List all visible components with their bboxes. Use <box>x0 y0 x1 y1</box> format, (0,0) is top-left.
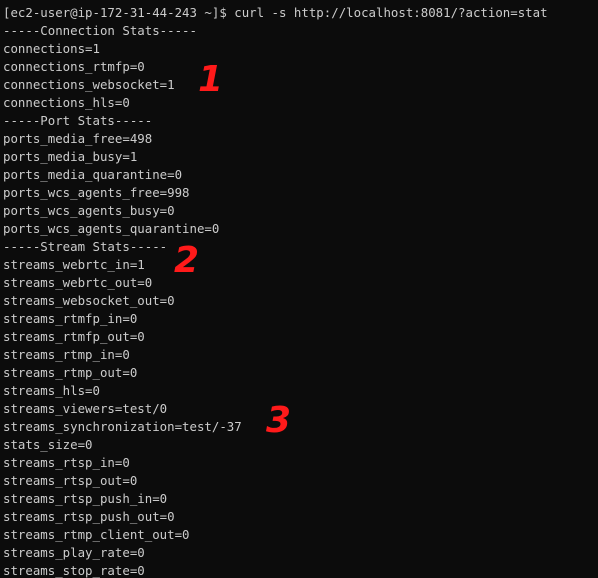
output-line-streams-rtmp-in: streams_rtmp_in=0 <box>3 347 130 362</box>
output-line-streams-rtsp-out: streams_rtsp_out=0 <box>3 473 138 488</box>
output-line-streams-rtmp-client-out: streams_rtmp_client_out=0 <box>3 527 190 542</box>
output-line-connections: connections=1 <box>3 41 100 56</box>
terminal-output: [ec2-user@ip-172-31-44-243 ~]$ curl -s h… <box>3 4 548 578</box>
output-line-ports-wcs-agents-quarantine: ports_wcs_agents_quarantine=0 <box>3 221 220 236</box>
section-header-stream-stats: -----Stream Stats----- <box>3 239 168 254</box>
output-line-streams-rtsp-push-out: streams_rtsp_push_out=0 <box>3 509 175 524</box>
output-line-streams-rtmfp-out: streams_rtmfp_out=0 <box>3 329 145 344</box>
terminal-window[interactable]: [ec2-user@ip-172-31-44-243 ~]$ curl -s h… <box>0 0 598 578</box>
annotation-marker-1: 1 <box>198 59 224 100</box>
output-line-streams-rtsp-push-in: streams_rtsp_push_in=0 <box>3 491 168 506</box>
command-prompt-line: [ec2-user@ip-172-31-44-243 ~]$ curl -s h… <box>3 5 548 20</box>
output-line-connections-hls: connections_hls=0 <box>3 95 130 110</box>
output-line-ports-media-busy: ports_media_busy=1 <box>3 149 138 164</box>
output-line-ports-media-quarantine: ports_media_quarantine=0 <box>3 167 183 182</box>
output-line-connections-websocket: connections_websocket=1 <box>3 77 175 92</box>
output-line-connections-rtmfp: connections_rtmfp=0 <box>3 59 145 74</box>
output-line-ports-wcs-agents-free: ports_wcs_agents_free=998 <box>3 185 190 200</box>
output-line-ports-wcs-agents-busy: ports_wcs_agents_busy=0 <box>3 203 175 218</box>
output-line-streams-rtmfp-in: streams_rtmfp_in=0 <box>3 311 138 326</box>
output-line-streams-websocket-out: streams_websocket_out=0 <box>3 293 175 308</box>
output-line-streams-webrtc-out: streams_webrtc_out=0 <box>3 275 153 290</box>
annotation-marker-2: 2 <box>174 240 200 281</box>
output-line-streams-webrtc-in: streams_webrtc_in=1 <box>3 257 145 272</box>
output-line-streams-rtmp-out: streams_rtmp_out=0 <box>3 365 138 380</box>
output-line-streams-rtsp-in: streams_rtsp_in=0 <box>3 455 130 470</box>
output-line-streams-play-rate: streams_play_rate=0 <box>3 545 145 560</box>
section-header-port-stats: -----Port Stats----- <box>3 113 153 128</box>
output-line-streams-stop-rate: streams_stop_rate=0 <box>3 563 145 578</box>
section-header-connection-stats: -----Connection Stats----- <box>3 23 197 38</box>
annotation-marker-3: 3 <box>266 400 292 441</box>
output-line-ports-media-free: ports_media_free=498 <box>3 131 153 146</box>
output-line-streams-hls: streams_hls=0 <box>3 383 100 398</box>
